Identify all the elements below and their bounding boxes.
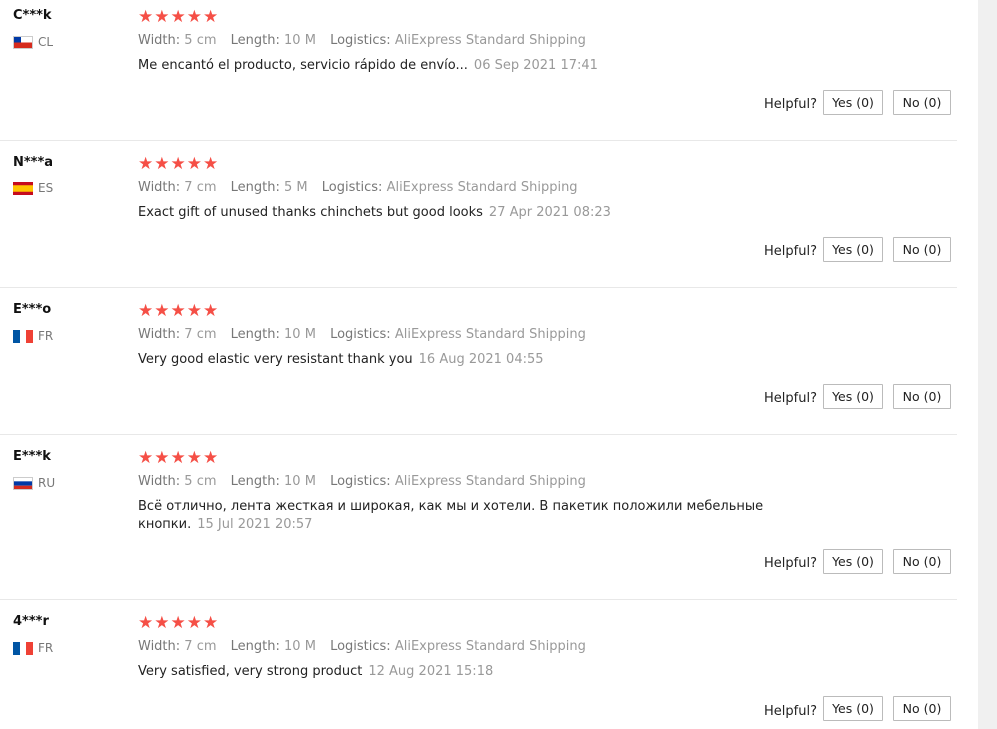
star-rating: ★★★★★ (138, 7, 220, 27)
logistics-label: Logistics: (321, 180, 383, 195)
review-date: 06 Sep 2021 17:41 (473, 58, 598, 73)
review-body: Всё отлично, лента жесткая и широкая, ка… (138, 498, 838, 534)
country-code: FR (38, 641, 54, 655)
review-date: 27 Apr 2021 08:23 (488, 205, 611, 220)
review-item: 4***r FR ★★★★★ Width: 7 cm Length: 10 M … (0, 599, 957, 729)
review-item: C***k CL ★★★★★ Width: 5 cm Length: 10 M … (0, 0, 957, 141)
review-item: E***o FR ★★★★★ Width: 7 cm Length: 10 M … (0, 287, 957, 435)
star-rating: ★★★★★ (138, 448, 220, 468)
product-attributes: Width: 7 cm Length: 5 M Logistics: AliEx… (138, 180, 588, 195)
width-value: 5 cm (184, 474, 217, 489)
product-attributes: Width: 7 cm Length: 10 M Logistics: AliE… (138, 639, 596, 654)
helpful-yes-button[interactable]: Yes (0) (823, 696, 883, 721)
country-code: RU (38, 476, 56, 490)
review-body: Exact gift of unused thanks chinchets bu… (138, 204, 838, 222)
helpful-no-button[interactable]: No (0) (893, 90, 951, 115)
length-label: Length: (230, 327, 280, 342)
reviewer-name: E***k (13, 449, 51, 464)
reviewer-country: FR (13, 329, 53, 343)
logistics-label: Logistics: (330, 474, 391, 489)
reviewer-country: RU (13, 476, 55, 490)
width-label: Width: (138, 180, 181, 195)
helpful-yes-button[interactable]: Yes (0) (823, 90, 883, 115)
length-value: 10 M (284, 474, 316, 489)
length-value: 5 M (284, 180, 308, 195)
reviewer-country: FR (13, 641, 53, 655)
helpful-yes-button[interactable]: Yes (0) (823, 237, 883, 262)
reviewer-name: 4***r (13, 614, 49, 629)
width-value: 7 cm (184, 180, 217, 195)
helpful-label: Helpful? (764, 244, 817, 259)
length-label: Length: (230, 180, 280, 195)
width-value: 7 cm (184, 327, 217, 342)
logistics-value: AliExpress Standard Shipping (386, 180, 578, 195)
helpful-label: Helpful? (764, 97, 817, 112)
reviewer-name: E***o (13, 302, 52, 317)
logistics-value: AliExpress Standard Shipping (394, 33, 586, 48)
review-body: Very good elastic very resistant thank y… (138, 351, 838, 369)
country-code: ES (38, 181, 54, 195)
star-rating: ★★★★★ (138, 154, 220, 174)
logistics-label: Logistics: (330, 327, 391, 342)
review-text: Very good elastic very resistant thank y… (138, 352, 413, 367)
scrollbar-track[interactable] (978, 0, 997, 729)
helpful-label: Helpful? (764, 391, 817, 406)
spain-flag-icon (13, 181, 33, 195)
review-item: E***k RU ★★★★★ Width: 5 cm Length: 10 M … (0, 434, 957, 600)
reviewer-country: CL (13, 35, 53, 49)
logistics-label: Logistics: (330, 639, 391, 654)
width-label: Width: (138, 327, 181, 342)
helpful-no-button[interactable]: No (0) (893, 549, 951, 574)
russia-flag-icon (13, 476, 33, 490)
review-item: N***a ES ★★★★★ Width: 7 cm Length: 5 M L… (0, 140, 957, 288)
review-date: 12 Aug 2021 15:18 (368, 664, 494, 679)
review-body: Very satisfied, very strong product 12 Au… (138, 663, 838, 681)
length-label: Length: (230, 474, 280, 489)
helpful-yes-button[interactable]: Yes (0) (823, 549, 883, 574)
helpful-no-button[interactable]: No (0) (893, 384, 951, 409)
star-rating: ★★★★★ (138, 301, 220, 321)
length-label: Length: (230, 639, 280, 654)
review-text: Exact gift of unused thanks chinchets bu… (138, 205, 483, 220)
length-value: 10 M (284, 327, 316, 342)
review-date: 15 Jul 2021 20:57 (197, 517, 313, 532)
review-text: Very satisfied, very strong product (138, 664, 363, 679)
logistics-value: AliExpress Standard Shipping (394, 474, 586, 489)
france-flag-icon (13, 329, 33, 343)
logistics-label: Logistics: (330, 33, 391, 48)
review-body: Me encantó el producto, servicio rápido … (138, 57, 838, 75)
review-date: 16 Aug 2021 04:55 (418, 352, 544, 367)
star-rating: ★★★★★ (138, 613, 220, 633)
logistics-value: AliExpress Standard Shipping (394, 639, 586, 654)
helpful-label: Helpful? (764, 704, 817, 719)
product-attributes: Width: 5 cm Length: 10 M Logistics: AliE… (138, 474, 596, 489)
helpful-no-button[interactable]: No (0) (893, 237, 951, 262)
france-flag-icon (13, 641, 33, 655)
logistics-value: AliExpress Standard Shipping (394, 327, 586, 342)
width-value: 5 cm (184, 33, 217, 48)
country-code: CL (38, 35, 54, 49)
helpful-label: Helpful? (764, 556, 817, 571)
country-code: FR (38, 329, 54, 343)
product-attributes: Width: 7 cm Length: 10 M Logistics: AliE… (138, 327, 596, 342)
width-label: Width: (138, 33, 181, 48)
width-label: Width: (138, 474, 181, 489)
width-label: Width: (138, 639, 181, 654)
product-attributes: Width: 5 cm Length: 10 M Logistics: AliE… (138, 33, 596, 48)
reviewer-country: ES (13, 181, 53, 195)
helpful-yes-button[interactable]: Yes (0) (823, 384, 883, 409)
reviewer-name: N***a (13, 155, 54, 170)
helpful-no-button[interactable]: No (0) (893, 696, 951, 721)
length-value: 10 M (284, 639, 316, 654)
review-text: Me encantó el producto, servicio rápido … (138, 58, 468, 73)
chile-flag-icon (13, 35, 33, 49)
length-value: 10 M (284, 33, 316, 48)
length-label: Length: (230, 33, 280, 48)
reviewer-name: C***k (13, 8, 52, 23)
width-value: 7 cm (184, 639, 217, 654)
